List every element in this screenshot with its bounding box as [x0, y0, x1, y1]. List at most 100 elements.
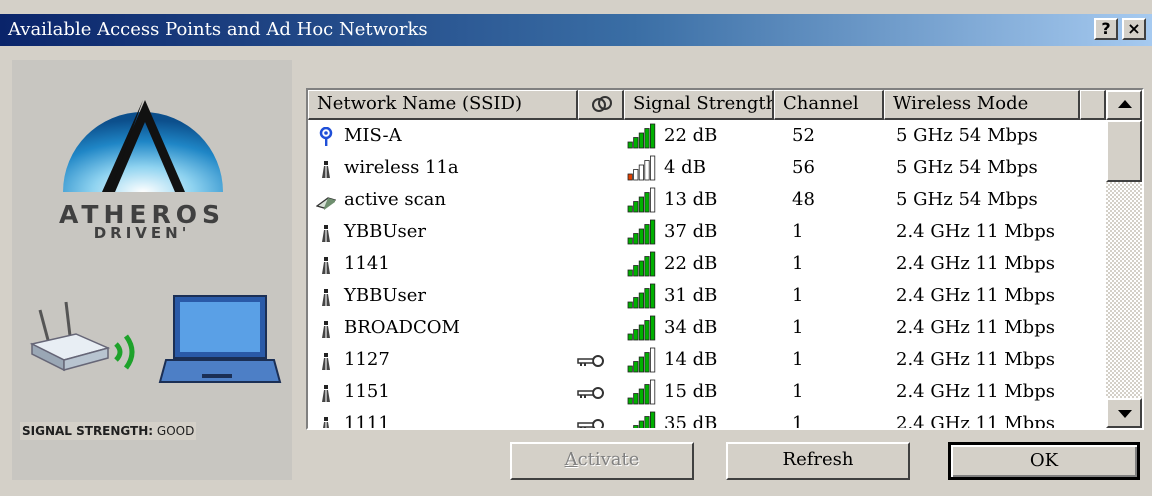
ssid-cell: active scan — [344, 189, 446, 210]
signal-cell: 15 dB — [664, 381, 718, 402]
column-header-signal[interactable]: Signal Strength — [624, 90, 774, 120]
signal-strength-label: SIGNAL STRENGTH: — [22, 424, 154, 438]
close-button[interactable]: × — [1122, 18, 1146, 40]
refresh-button[interactable]: Refresh — [726, 442, 910, 480]
window-title: Available Access Points and Ad Hoc Netwo… — [8, 19, 428, 40]
ssid-cell: BROADCOM — [344, 317, 460, 338]
activate-button[interactable]: Activate — [510, 442, 694, 480]
mode-cell: 2.4 GHz 11 Mbps — [896, 253, 1055, 274]
wireless-router-icon — [29, 301, 135, 372]
table-row[interactable]: YBBUser 31 dB 1 2.4 GHz 11 Mbps — [308, 280, 1108, 312]
signal-cell: 35 dB — [664, 413, 718, 430]
signal-cell: 4 dB — [664, 157, 706, 178]
access-point-icon — [322, 385, 330, 402]
key-icon — [577, 419, 604, 428]
channel-cell: 1 — [792, 317, 804, 338]
ssid-cell: 1141 — [344, 253, 390, 274]
access-point-icon — [323, 417, 329, 428]
channel-cell: 52 — [792, 125, 815, 146]
signal-strength-status: SIGNAL STRENGTH: GOOD — [20, 422, 197, 440]
dialog-window: Available Access Points and Ad Hoc Netwo… — [0, 0, 1152, 496]
access-point-blue-icon — [319, 127, 333, 146]
mode-cell: 2.4 GHz 11 Mbps — [896, 381, 1055, 402]
laptop-icon — [158, 295, 282, 383]
table-row[interactable]: wireless 11a 4 dB 56 5 GHz 54 Mbps — [308, 152, 1108, 184]
table-row[interactable]: active scan 13 dB 48 5 GHz 54 Mbps — [308, 184, 1108, 216]
table-row[interactable]: 1111 35 dB 1 2.4 GHz 11 Mbps — [308, 408, 1108, 430]
access-point-icon — [322, 257, 330, 274]
mode-cell: 2.4 GHz 11 Mbps — [896, 285, 1055, 306]
channel-cell: 1 — [792, 253, 804, 274]
signal-bars-icon — [633, 411, 656, 428]
table-row[interactable]: MIS-A 22 dB 52 5 GHz 54 Mbps — [308, 120, 1108, 152]
signal-cell: 22 dB — [664, 125, 718, 146]
signal-bars-icon — [627, 347, 656, 373]
channel-cell: 1 — [792, 221, 804, 242]
channel-cell: 48 — [792, 189, 815, 210]
mode-cell: 5 GHz 54 Mbps — [896, 157, 1038, 178]
signal-cell: 14 dB — [664, 349, 718, 370]
signal-strength-value: GOOD — [156, 424, 195, 438]
arrow-up-icon — [1118, 100, 1132, 108]
help-button[interactable]: ? — [1094, 18, 1118, 40]
arrow-down-icon — [1118, 410, 1132, 418]
signal-bars-icon — [627, 283, 656, 309]
signal-cell: 13 dB — [664, 189, 718, 210]
key-icon — [577, 355, 604, 367]
network-list[interactable]: Network Name (SSID) Signal Strength Chan… — [306, 88, 1144, 430]
signal-bars-icon — [627, 379, 656, 405]
channel-cell: 1 — [792, 413, 804, 430]
channel-cell: 56 — [792, 157, 815, 178]
mode-cell: 2.4 GHz 11 Mbps — [896, 317, 1055, 338]
table-row[interactable]: 1127 14 dB 1 2.4 GHz 11 Mbps — [308, 344, 1108, 376]
ssid-cell: 1151 — [344, 381, 390, 402]
channel-cell: 1 — [792, 349, 804, 370]
column-header-mode[interactable]: Wireless Mode — [884, 90, 1080, 120]
table-row[interactable]: BROADCOM 34 dB 1 2.4 GHz 11 Mbps — [308, 312, 1108, 344]
signal-cell: 37 dB — [664, 221, 718, 242]
column-header-security[interactable] — [578, 90, 624, 120]
ssid-cell: 1127 — [344, 349, 390, 370]
access-point-icon — [322, 289, 330, 306]
scroll-down-button[interactable] — [1106, 398, 1142, 428]
column-header-filler — [1080, 90, 1106, 120]
signal-bars-icon — [627, 315, 656, 341]
vertical-scrollbar[interactable] — [1106, 90, 1142, 428]
brand-tagline: DRIVEN' — [93, 224, 191, 242]
scroll-thumb[interactable] — [1106, 120, 1142, 182]
branding-panel: ATHEROS DRIVEN' SIGNAL STRENGTH: GOOD — [12, 60, 292, 480]
ssid-cell: wireless 11a — [344, 157, 459, 178]
access-point-icon — [322, 161, 330, 178]
ssid-cell: MIS-A — [344, 125, 402, 146]
access-point-icon — [322, 321, 330, 338]
channel-cell: 1 — [792, 381, 804, 402]
column-header-ssid[interactable]: Network Name (SSID) — [308, 90, 578, 120]
mode-cell: 5 GHz 54 Mbps — [896, 125, 1038, 146]
scroll-up-button[interactable] — [1106, 90, 1142, 120]
signal-cell: 22 dB — [664, 253, 718, 274]
column-header-channel[interactable]: Channel — [774, 90, 884, 120]
table-row[interactable]: YBBUser 37 dB 1 2.4 GHz 11 Mbps — [308, 216, 1108, 248]
signal-bars-icon — [627, 155, 656, 181]
signal-cell: 31 dB — [664, 285, 718, 306]
title-bar[interactable]: Available Access Points and Ad Hoc Netwo… — [0, 14, 1152, 46]
table-row[interactable]: 1151 15 dB 1 2.4 GHz 11 Mbps — [308, 376, 1108, 408]
key-icon — [577, 387, 604, 399]
table-row[interactable]: 1141 22 dB 1 2.4 GHz 11 Mbps — [308, 248, 1108, 280]
ssid-cell: YBBUser — [344, 221, 427, 242]
signal-bars-icon — [627, 251, 656, 277]
signal-bars-icon — [627, 187, 656, 213]
channel-cell: 1 — [792, 285, 804, 306]
ok-button[interactable]: OK — [948, 442, 1140, 480]
mode-cell: 2.4 GHz 11 Mbps — [896, 413, 1055, 430]
access-point-icon — [322, 225, 330, 242]
mode-cell: 2.4 GHz 11 Mbps — [896, 349, 1055, 370]
mode-cell: 5 GHz 54 Mbps — [896, 189, 1038, 210]
ad-hoc-card-icon — [316, 197, 336, 210]
list-header: Network Name (SSID) Signal Strength Chan… — [308, 90, 1108, 120]
ssid-cell: 1111 — [344, 413, 390, 430]
signal-bars-icon — [627, 123, 656, 149]
signal-bars-icon — [627, 219, 656, 245]
encryption-key-icon — [592, 96, 612, 112]
access-point-icon — [322, 353, 330, 370]
